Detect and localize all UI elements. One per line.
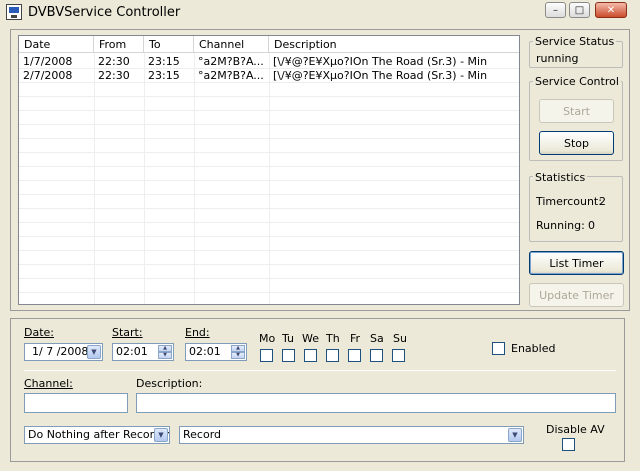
spin-up-icon[interactable]: ▲ (158, 345, 172, 352)
column-header-channel[interactable]: Channel (194, 36, 269, 53)
cell-to: 23:15 (148, 69, 180, 82)
after-recording-value: Do Nothing after Recording (28, 428, 170, 441)
timercount-label: Timercount: (536, 195, 602, 208)
disable-av-checkbox[interactable] (562, 438, 575, 451)
day-checkbox-th[interactable] (326, 349, 339, 362)
running-value: 0 (588, 219, 595, 232)
channel-label: Channel: (24, 377, 73, 390)
chevron-down-icon[interactable]: ▼ (508, 428, 522, 442)
list-timer-button[interactable]: List Timer (529, 251, 624, 275)
mode-dropdown[interactable]: Record ▼ (179, 426, 524, 444)
column-header-description[interactable]: Description (269, 36, 519, 53)
date-picker[interactable]: 1/ 7 /2008 ▼ (24, 343, 103, 361)
enabled-label: Enabled (511, 342, 556, 355)
app-icon (6, 4, 22, 20)
running-label: Running: (536, 219, 585, 232)
end-label: End: (185, 326, 210, 339)
start-label: Start: (112, 326, 143, 339)
cell-channel: °a2M?B?A... (198, 55, 264, 68)
cell-to: 23:15 (148, 55, 180, 68)
day-label-sa: Sa (370, 332, 384, 345)
cell-description: [\/¥@?E¥Xµo?IOn The Road (Sr.3) - Min (273, 55, 488, 68)
enabled-checkbox[interactable] (492, 342, 505, 355)
day-label-tu: Tu (282, 332, 295, 345)
cell-from: 22:30 (98, 55, 130, 68)
date-label: Date: (24, 326, 54, 339)
timer-list[interactable]: Date From To Channel Description 1/7/200… (18, 35, 520, 305)
title-bar: DVBVService Controller – □ ✕ (0, 0, 640, 24)
start-time-value: 02:01 (116, 345, 148, 358)
service-control-label: Service Control (533, 75, 621, 88)
cell-from: 22:30 (98, 69, 130, 82)
table-row[interactable]: 2/7/2008 22:30 23:15 °a2M?B?A... [\/¥@?E… (19, 69, 519, 83)
description-field[interactable] (136, 393, 616, 413)
day-label-fr: Fr (350, 332, 361, 345)
column-header-from[interactable]: From (94, 36, 144, 53)
service-status-label: Service Status (533, 35, 617, 48)
chevron-down-icon[interactable]: ▼ (87, 345, 101, 359)
end-time-field[interactable]: 02:01 ▲ ▼ (185, 343, 247, 361)
statistics-label: Statistics (533, 171, 588, 184)
cell-channel: °a2M?B?A... (198, 69, 264, 82)
service-status-value: running (536, 52, 579, 65)
stop-button[interactable]: Stop (539, 131, 614, 155)
description-label: Description: (136, 377, 203, 390)
start-time-field[interactable]: 02:01 ▲ ▼ (112, 343, 174, 361)
day-checkbox-fr[interactable] (348, 349, 361, 362)
table-row[interactable]: 1/7/2008 22:30 23:15 °a2M?B?A... [\/¥@?E… (19, 55, 519, 69)
day-checkbox-tu[interactable] (282, 349, 295, 362)
start-button[interactable]: Start (539, 99, 614, 123)
cell-date: 2/7/2008 (23, 69, 73, 82)
day-checkbox-sa[interactable] (370, 349, 383, 362)
update-timer-button[interactable]: Update Timer (529, 283, 624, 307)
cell-description: [\/¥@?E¥Xµo?IOn The Road (Sr.3) - Min (273, 69, 488, 82)
day-checkbox-we[interactable] (304, 349, 317, 362)
after-recording-dropdown[interactable]: Do Nothing after Recording ▼ (24, 426, 170, 444)
minimize-icon[interactable]: – (545, 2, 566, 18)
statistics-group (529, 176, 623, 242)
day-label-mo: Mo (259, 332, 276, 345)
cell-date: 1/7/2008 (23, 55, 73, 68)
maximize-icon[interactable]: □ (569, 2, 590, 18)
chevron-down-icon[interactable]: ▼ (154, 428, 168, 442)
column-header-to[interactable]: To (144, 36, 194, 53)
end-time-value: 02:01 (189, 345, 221, 358)
disable-av-label: Disable AV (546, 423, 605, 436)
spin-down-icon[interactable]: ▼ (158, 352, 172, 359)
window-title: DVBVService Controller (28, 5, 181, 20)
list-header: Date From To Channel Description (19, 36, 519, 53)
day-checkbox-su[interactable] (392, 349, 405, 362)
day-label-su: Su (393, 332, 407, 345)
divider (24, 370, 616, 371)
spin-up-icon[interactable]: ▲ (231, 345, 245, 352)
spin-down-icon[interactable]: ▼ (231, 352, 245, 359)
timercount-value: 2 (599, 195, 606, 208)
close-icon[interactable]: ✕ (595, 2, 627, 18)
day-label-th: Th (326, 332, 340, 345)
day-label-we: We (302, 332, 319, 345)
column-header-date[interactable]: Date (19, 36, 94, 53)
date-value: 1/ 7 /2008 (32, 345, 89, 358)
day-checkbox-mo[interactable] (260, 349, 273, 362)
mode-value: Record (183, 428, 222, 441)
channel-field[interactable] (24, 393, 128, 413)
